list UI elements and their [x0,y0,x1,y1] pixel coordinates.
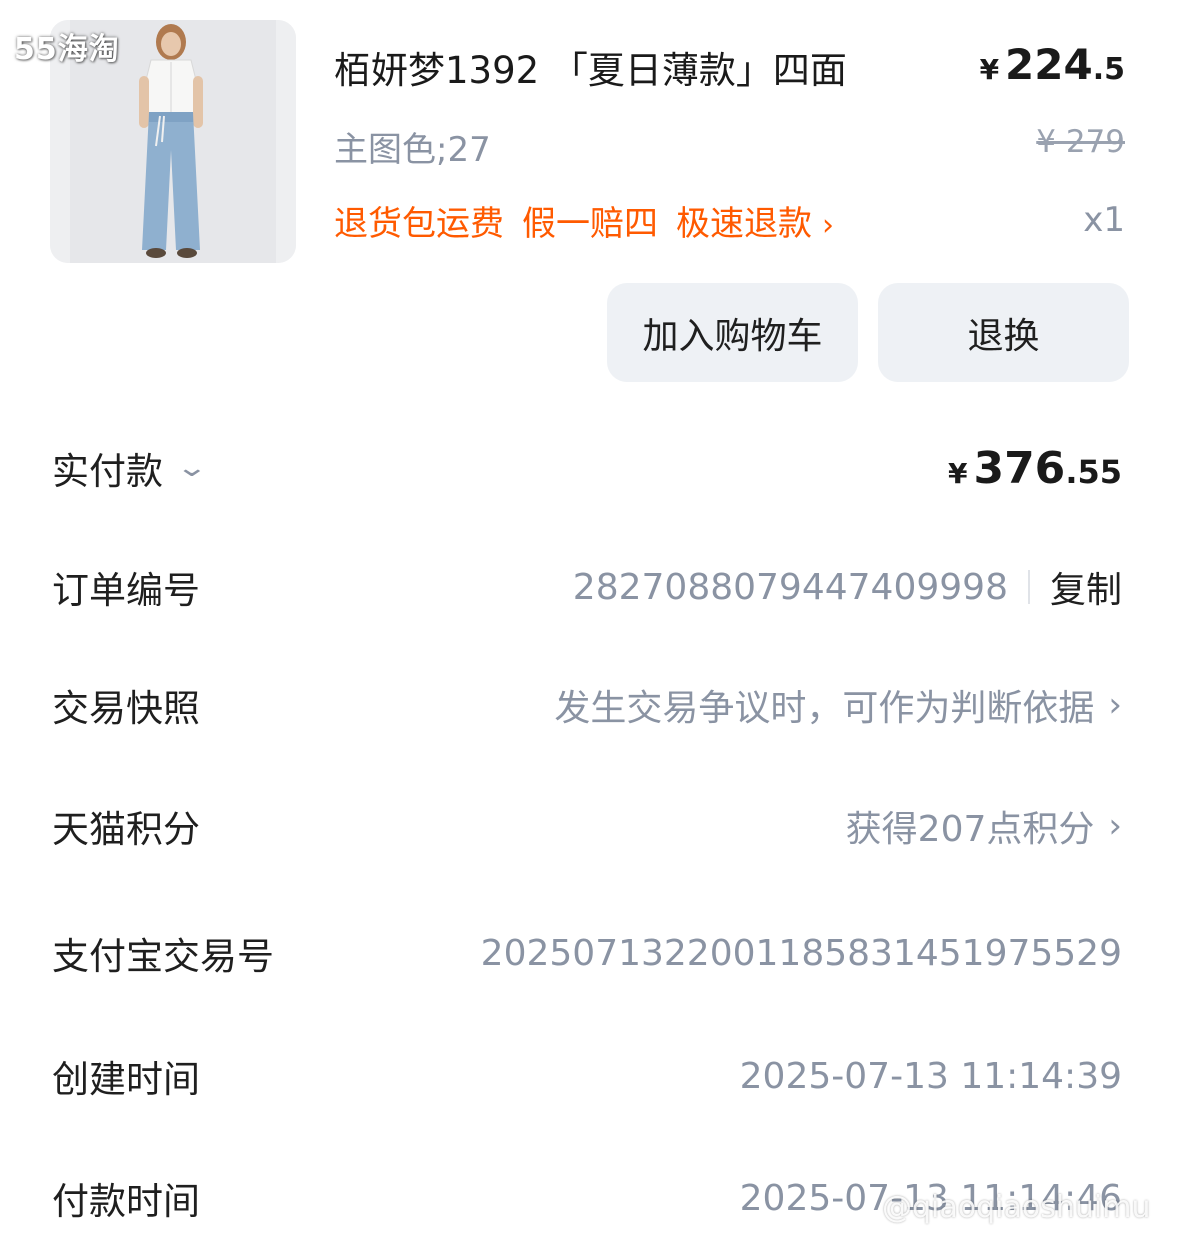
chevron-right-icon: › [822,208,834,243]
chevron-right-icon: › [1108,806,1122,846]
created-time-label: 创建时间 [52,1058,200,1101]
payment-time-label: 付款时间 [52,1180,200,1223]
alipay-trade-number-value: 2025071322001185831451975529 [480,932,1122,974]
service-fake-pay-four: 假一赔四 [522,204,658,244]
actual-payment-amount: ¥376.55 [948,443,1122,494]
watermark-55haitao: 55海淘 [14,32,120,67]
row-tmall-points[interactable]: 天猫积分 获得207点积分 › [52,786,1122,866]
row-trade-snapshot[interactable]: 交易快照 发生交易争议时，可作为判断依据 › [52,665,1122,745]
trade-snapshot-label: 交易快照 [52,687,200,730]
row-actual-payment[interactable]: 实付款 ⌄ ¥376.55 [52,428,1122,508]
chevron-right-icon: › [1108,685,1122,725]
product-title[interactable]: 栢妍梦1392 「夏日薄款」四面 [334,40,847,94]
tmall-points-group: 获得207点积分 › [846,800,1122,852]
watermark-username: @qiaoqiaoshuimu [882,1190,1151,1225]
row-order-number: 订单编号 2827088079447409998 复制 [52,547,1122,627]
service-fast-refund: 极速退款 [676,204,812,244]
product-price: ¥224.5 [980,40,1125,89]
product-quantity: x1 [1083,200,1125,240]
trade-snapshot-value: 发生交易争议时，可作为判断依据 [554,688,1095,729]
trade-snapshot-group: 发生交易争议时，可作为判断依据 › [554,679,1122,731]
chevron-down-icon[interactable]: ⌄ [176,453,209,483]
original-price: ¥ 279 [1036,124,1125,160]
service-free-return-shipping: 退货包运费 [334,204,504,244]
row-created-time: 创建时间 2025-07-13 11:14:39 [52,1036,1122,1116]
amount-currency: ¥ [947,456,968,490]
return-exchange-button[interactable]: 退换 [878,283,1129,382]
copy-button[interactable]: 复制 [1050,561,1122,613]
amount-integer: 376 [973,442,1066,494]
tmall-points-value: 获得207点积分 [845,809,1095,850]
price-currency: ¥ [979,53,1000,86]
tmall-points-label: 天猫积分 [52,808,200,851]
service-guarantees[interactable]: 退货包运费 假一赔四 极速退款 › [334,196,852,245]
price-integer: 224 [1005,40,1093,89]
created-time-value: 2025-07-13 11:14:39 [739,1055,1122,1097]
row-alipay-trade-number: 支付宝交易号 2025071322001185831451975529 [52,913,1122,993]
order-number-value: 2827088079447409998 [572,566,1008,608]
order-number-group: 2827088079447409998 复制 [573,561,1122,613]
price-decimal: .5 [1092,52,1125,87]
amount-decimal: .55 [1065,452,1122,491]
actual-payment-label: 实付款 [52,450,163,493]
alipay-trade-number-label: 支付宝交易号 [52,935,274,978]
product-sku: 主图色;27 [334,130,491,170]
divider [1027,570,1030,604]
add-to-cart-button[interactable]: 加入购物车 [607,283,858,382]
order-number-label: 订单编号 [52,569,200,612]
